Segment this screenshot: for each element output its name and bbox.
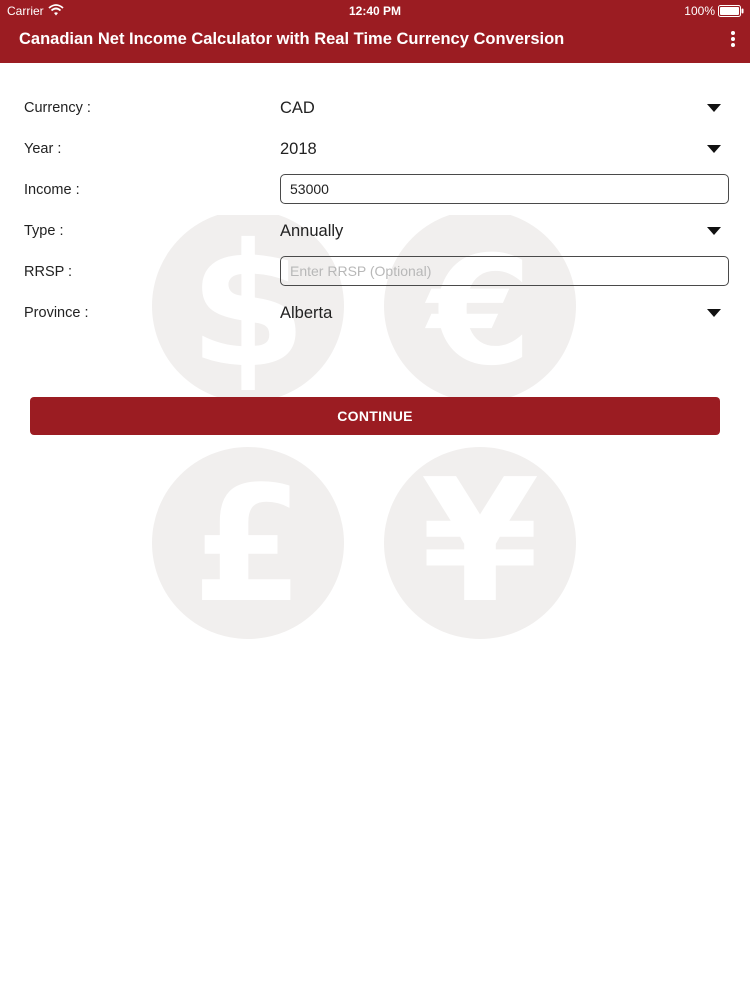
app-header: Carrier 12:40 PM 100% Canadian Net Incom…	[0, 0, 750, 63]
province-value: Alberta	[280, 304, 333, 322]
more-vertical-icon[interactable]	[730, 30, 736, 48]
year-value: 2018	[280, 140, 317, 158]
province-label: Province :	[24, 305, 89, 321]
income-label: Income :	[24, 182, 80, 198]
continue-button[interactable]: CONTINUE	[30, 397, 720, 435]
yen-coin	[384, 447, 576, 639]
status-bar: Carrier 12:40 PM 100%	[0, 0, 750, 22]
currency-label: Currency :	[24, 100, 91, 116]
pound-symbol: £	[192, 451, 303, 638]
caret-down-icon	[707, 227, 721, 235]
status-time: 12:40 PM	[348, 4, 402, 18]
year-select[interactable]: 2018	[280, 134, 730, 164]
battery-percent: 100%	[684, 4, 715, 18]
type-select[interactable]: Annually	[280, 216, 730, 246]
income-input[interactable]	[280, 174, 729, 204]
caret-down-icon	[707, 104, 721, 112]
type-label: Type :	[24, 223, 64, 239]
rrsp-input[interactable]	[280, 256, 729, 286]
type-value: Annually	[280, 222, 344, 240]
pound-coin	[152, 447, 344, 639]
province-select[interactable]: Alberta	[280, 298, 730, 328]
yen-symbol: ¥	[421, 443, 539, 641]
battery-icon	[718, 5, 744, 17]
caret-down-icon	[707, 309, 721, 317]
page-title: Canadian Net Income Calculator with Real…	[19, 30, 565, 48]
currency-select[interactable]: CAD	[280, 93, 730, 123]
year-label: Year :	[24, 141, 62, 157]
caret-down-icon	[707, 145, 721, 153]
currency-value: CAD	[280, 99, 315, 117]
rrsp-label: RRSP :	[24, 264, 73, 280]
